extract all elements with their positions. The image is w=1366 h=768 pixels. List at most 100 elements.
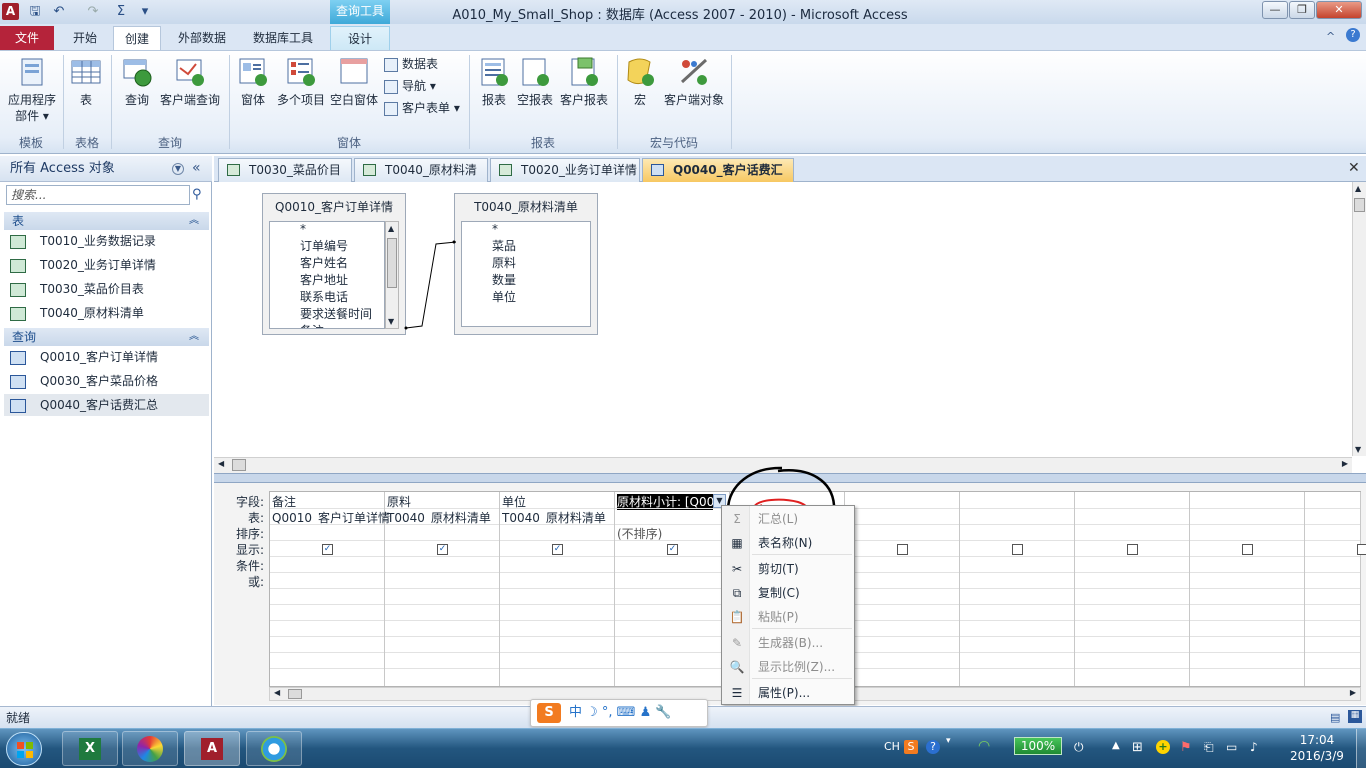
- close-button[interactable]: ✕: [1316, 1, 1362, 19]
- relationship-line[interactable]: [404, 236, 460, 332]
- ime-tray-icon[interactable]: S: [904, 740, 918, 754]
- access-app-icon[interactable]: A: [2, 3, 19, 20]
- field-item[interactable]: *: [492, 222, 498, 238]
- tab-design[interactable]: 设计: [330, 26, 390, 51]
- scroll-thumb[interactable]: [1354, 198, 1365, 212]
- scroll-right-icon[interactable]: ▶: [1342, 459, 1348, 468]
- sum-icon[interactable]: Σ: [112, 2, 130, 21]
- undo-icon[interactable]: ↶: [50, 2, 68, 21]
- qat-customize-icon[interactable]: ▾: [136, 2, 154, 21]
- query-button[interactable]: 查询: [118, 56, 156, 108]
- start-button[interactable]: [6, 732, 42, 766]
- client-object-button[interactable]: 客户端对象: [662, 56, 726, 108]
- doc-tab-active[interactable]: Q0040_客户话费汇总: [642, 158, 794, 199]
- nav-item-table[interactable]: T0040_原材料清单: [10, 302, 206, 324]
- doc-tab[interactable]: T0040_原材料清单: [354, 158, 488, 199]
- restore-button[interactable]: ❐: [1289, 1, 1315, 19]
- nav-item-query[interactable]: Q0010_客户订单详情: [10, 346, 206, 368]
- sql-view-icon[interactable]: ▦: [1348, 710, 1362, 723]
- show-hidden-icons[interactable]: ▲: [1112, 740, 1120, 751]
- grid-column[interactable]: 备注 Q0010_客户订单详情 ✓: [270, 492, 390, 686]
- show-desktop-button[interactable]: [1356, 729, 1366, 768]
- scroll-right-icon[interactable]: ▶: [1350, 688, 1356, 697]
- nav-section-tables[interactable]: 表 ︽: [4, 212, 209, 230]
- multiple-items-button[interactable]: 多个项目: [274, 56, 328, 108]
- context-menu-item[interactable]: 生成器(B)...: [758, 634, 823, 652]
- grid-column[interactable]: 单位 T0040_原材料清单 ✓: [500, 492, 615, 686]
- client-query-button[interactable]: 客户端查询: [158, 56, 222, 108]
- color-app-taskbar-button[interactable]: [122, 731, 178, 766]
- show-checkbox[interactable]: ✓: [552, 544, 563, 555]
- client-forms-button[interactable]: 客户表单 ▾: [384, 98, 460, 118]
- show-checkbox[interactable]: [1357, 544, 1366, 555]
- table-button[interactable]: 表: [68, 56, 104, 108]
- nav-item-table[interactable]: T0030_菜品价目表: [10, 278, 206, 300]
- field-item[interactable]: 菜品: [492, 238, 516, 255]
- wifi-icon[interactable]: ◠: [978, 738, 990, 754]
- redo-icon[interactable]: ↷: [84, 2, 102, 21]
- grid-column[interactable]: [845, 492, 960, 686]
- nav-item-table[interactable]: T0010_业务数据记录: [10, 230, 206, 252]
- macro-button[interactable]: 宏: [622, 56, 658, 108]
- scroll-thumb[interactable]: [387, 238, 397, 288]
- nav-menu-chevron-icon[interactable]: ▼: [172, 163, 184, 175]
- access-taskbar-button[interactable]: A: [184, 731, 240, 766]
- show-checkbox[interactable]: ✓: [667, 544, 678, 555]
- show-checkbox[interactable]: [1127, 544, 1138, 555]
- network-icon[interactable]: ▭: [1226, 740, 1237, 754]
- battery-status[interactable]: 100%: [1014, 737, 1062, 755]
- blank-report-button[interactable]: 空报表: [514, 56, 556, 108]
- blank-form-button[interactable]: 空白窗体: [328, 56, 380, 108]
- help-tray-icon[interactable]: ?: [926, 740, 940, 754]
- field-item[interactable]: 原料: [492, 255, 516, 272]
- tab-database-tools[interactable]: 数据库工具: [244, 26, 322, 51]
- context-menu-item[interactable]: 粘贴(P): [758, 608, 799, 626]
- grid-column[interactable]: [960, 492, 1075, 686]
- ime-toolbar[interactable]: S中 ☽ °, ⌨ ♟ 🔧: [530, 699, 708, 727]
- nav-section-queries[interactable]: 查询 ︽: [4, 328, 209, 346]
- browser-taskbar-button[interactable]: [246, 731, 302, 766]
- plus-tray-icon[interactable]: +: [1156, 740, 1170, 754]
- scroll-up-icon[interactable]: ▲: [1355, 184, 1361, 193]
- field-list-q0010[interactable]: Q0010_客户订单详情 * 订单编号 客户姓名 客户地址 联系电话 要求送餐时…: [262, 193, 406, 335]
- app-parts-button[interactable]: 应用程序 部件 ▾: [4, 56, 60, 124]
- field-item[interactable]: 备注: [300, 323, 324, 328]
- flag-icon[interactable]: ⚑: [1180, 740, 1192, 755]
- tab-external-data[interactable]: 外部数据: [168, 26, 236, 51]
- language-indicator[interactable]: CH: [884, 740, 900, 753]
- upper-vertical-scrollbar[interactable]: ▲ ▼: [1352, 182, 1366, 456]
- minimize-ribbon-icon[interactable]: ^: [1326, 30, 1335, 43]
- usb-icon[interactable]: ⎗: [1204, 740, 1214, 755]
- sogou-ime-icon[interactable]: S: [537, 703, 561, 723]
- doc-tab[interactable]: T0020_业务订单详情: [490, 158, 640, 182]
- doc-tab[interactable]: T0030_菜品价目表: [218, 158, 352, 199]
- clock[interactable]: 17:04 2016/3/9: [1284, 732, 1350, 764]
- power-plug-icon[interactable]: ⏻: [1074, 740, 1084, 755]
- grid-column[interactable]: [1190, 492, 1305, 686]
- search-icon[interactable]: ⚲: [192, 187, 202, 202]
- field-item[interactable]: 数量: [492, 272, 516, 289]
- show-checkbox[interactable]: ✓: [437, 544, 448, 555]
- context-menu-item[interactable]: 汇总(L): [758, 510, 798, 528]
- save-icon[interactable]: 🖫: [26, 2, 44, 21]
- minimize-button[interactable]: —: [1262, 1, 1288, 19]
- tab-file[interactable]: 文件: [0, 26, 54, 51]
- volume-icon[interactable]: ♪: [1250, 740, 1258, 754]
- datasheet-button[interactable]: 数据表: [384, 54, 438, 74]
- client-report-button[interactable]: 客户报表: [558, 56, 610, 108]
- scroll-thumb[interactable]: [288, 689, 302, 699]
- grid-column[interactable]: 原料 T0040_原材料清单 ✓: [385, 492, 500, 686]
- scroll-left-icon[interactable]: ◀: [218, 459, 224, 468]
- design-view-icon[interactable]: ▤: [1330, 711, 1340, 724]
- context-menu-item[interactable]: 剪切(T): [758, 560, 799, 578]
- scroll-thumb[interactable]: [232, 459, 246, 471]
- field-item[interactable]: 客户地址: [300, 272, 348, 289]
- field-item[interactable]: *: [300, 222, 306, 238]
- scroll-up-icon[interactable]: ▲: [388, 224, 394, 233]
- show-checkbox[interactable]: [1242, 544, 1253, 555]
- form-button[interactable]: 窗体: [236, 56, 270, 108]
- grid-column[interactable]: [1305, 492, 1366, 686]
- show-checkbox[interactable]: ✓: [322, 544, 333, 555]
- scroll-left-icon[interactable]: ◀: [274, 688, 280, 697]
- context-menu-item[interactable]: 属性(P)...: [758, 684, 810, 702]
